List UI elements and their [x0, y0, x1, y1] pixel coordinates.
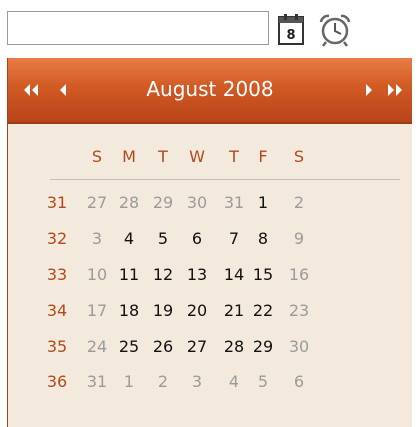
weekday-label: F: [258, 147, 268, 166]
weekday-label: S: [293, 147, 305, 166]
svg-text:8: 8: [286, 28, 295, 43]
weekday-label: M: [122, 147, 136, 166]
day-cell-other-month[interactable]: 1: [113, 371, 145, 393]
weekday-header-row: SMTWTFS: [8, 146, 412, 172]
day-cell[interactable]: 15: [247, 264, 279, 286]
day-cell[interactable]: 18: [113, 300, 145, 322]
date-input[interactable]: [7, 11, 269, 45]
day-cell-other-month[interactable]: 27: [81, 192, 113, 214]
day-cell[interactable]: 16: [283, 264, 315, 286]
day-cell-other-month[interactable]: 4: [218, 371, 250, 393]
day-cell[interactable]: 29: [247, 336, 279, 358]
weekday-label: W: [189, 147, 205, 166]
day-cell[interactable]: 8: [247, 228, 279, 250]
day-cell[interactable]: 27: [181, 336, 213, 358]
calendar-popup: August 2008 SMTWTFS 31 27 28 29 30 31 1 2 32 3 4 5 6…: [7, 58, 412, 427]
calendar-icon[interactable]: 8: [278, 14, 304, 46]
day-cell[interactable]: 31: [81, 371, 113, 393]
week-number: 36: [46, 372, 68, 391]
day-cell[interactable]: 14: [218, 264, 250, 286]
day-cell-other-month[interactable]: 6: [283, 371, 315, 393]
header-divider: [50, 179, 400, 180]
day-cell[interactable]: 28: [218, 336, 250, 358]
day-cell[interactable]: 13: [181, 264, 213, 286]
week-number: 33: [46, 265, 68, 284]
day-cell[interactable]: 2: [283, 192, 315, 214]
day-cell[interactable]: 11: [113, 264, 145, 286]
day-cell[interactable]: 19: [147, 300, 179, 322]
day-cell[interactable]: 10: [81, 264, 113, 286]
day-cell-other-month[interactable]: 30: [181, 192, 213, 214]
day-cell[interactable]: 20: [181, 300, 213, 322]
week-number: 31: [46, 193, 68, 212]
day-cell[interactable]: 17: [81, 300, 113, 322]
day-cell-other-month[interactable]: 3: [181, 371, 213, 393]
month-title: August 2008: [146, 77, 274, 101]
day-cell[interactable]: 24: [81, 336, 113, 358]
weekday-label: S: [91, 147, 103, 166]
day-cell[interactable]: 22: [247, 300, 279, 322]
day-cell[interactable]: 21: [218, 300, 250, 322]
day-cell-other-month[interactable]: 31: [218, 192, 250, 214]
alarm-clock-icon[interactable]: [318, 13, 352, 47]
day-cell[interactable]: 1: [247, 192, 279, 214]
day-cell[interactable]: 23: [283, 300, 315, 322]
day-cell-other-month[interactable]: 28: [113, 192, 145, 214]
double-right-arrow-icon[interactable]: [386, 82, 404, 98]
weekday-label: T: [229, 147, 239, 166]
day-cell-other-month[interactable]: 2: [147, 371, 179, 393]
day-cell[interactable]: 4: [113, 228, 145, 250]
week-number: 34: [46, 301, 68, 320]
day-cell[interactable]: 25: [113, 336, 145, 358]
week-number: 32: [46, 229, 68, 248]
day-cell-other-month[interactable]: 29: [147, 192, 179, 214]
day-cell[interactable]: 26: [147, 336, 179, 358]
day-cell[interactable]: 9: [283, 228, 315, 250]
day-cell[interactable]: 30: [283, 336, 315, 358]
day-cell[interactable]: 5: [147, 228, 179, 250]
week-number: 35: [46, 337, 68, 356]
day-cell[interactable]: 7: [218, 228, 250, 250]
day-cell[interactable]: 6: [181, 228, 213, 250]
day-cell[interactable]: 12: [147, 264, 179, 286]
calendar-header: August 2008: [8, 58, 412, 124]
day-cell-other-month[interactable]: 5: [247, 371, 279, 393]
day-cell[interactable]: 3: [81, 228, 113, 250]
right-arrow-icon[interactable]: [364, 82, 374, 98]
weekday-label: T: [158, 147, 168, 166]
